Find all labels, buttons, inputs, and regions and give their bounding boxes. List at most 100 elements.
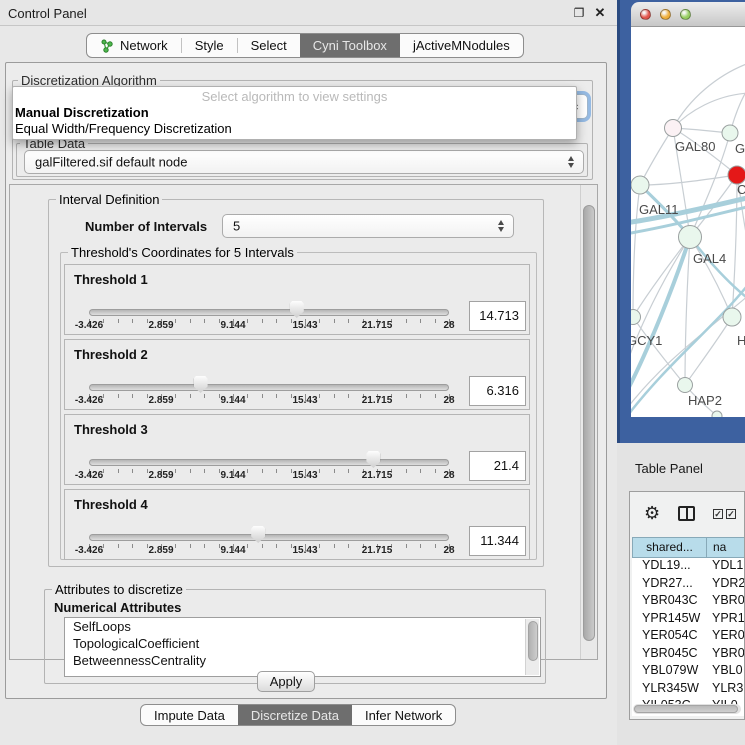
numerical-attributes-label: Numerical Attributes xyxy=(54,600,181,615)
cell-name: YBL0 xyxy=(706,663,745,681)
cell-name: YER0 xyxy=(706,628,745,646)
network-node[interactable] xyxy=(679,226,702,249)
tab-impute-data[interactable]: Impute Data xyxy=(141,705,238,725)
threshold-label: Threshold 1 xyxy=(74,272,148,287)
table-row[interactable]: YBR045CYBR0 xyxy=(632,646,745,664)
attribute-list-item[interactable]: TopologicalCoefficient xyxy=(65,635,540,652)
attribute-list-item[interactable]: SelfLoops xyxy=(65,618,540,635)
tab-network[interactable]: Network xyxy=(87,34,181,57)
network-node[interactable] xyxy=(631,176,649,194)
slider-tick xyxy=(334,319,335,323)
node-label: H xyxy=(737,333,745,348)
columns-icon[interactable] xyxy=(678,506,695,521)
network-edge[interactable] xyxy=(633,237,690,317)
network-node[interactable] xyxy=(665,120,682,137)
tab-select[interactable]: Select xyxy=(238,34,300,57)
network-node[interactable] xyxy=(712,411,722,417)
network-node[interactable] xyxy=(631,310,641,325)
close-window-icon[interactable]: ✕ xyxy=(592,5,608,21)
table-row[interactable]: YBR043CYBR0 xyxy=(632,593,745,611)
tab-discretize-data[interactable]: Discretize Data xyxy=(238,705,352,725)
column-header[interactable]: na xyxy=(706,537,745,558)
network-edge[interactable] xyxy=(631,237,690,369)
slider-tick xyxy=(406,544,407,548)
slider-track[interactable] xyxy=(89,534,449,541)
tab-label: Network xyxy=(120,38,168,53)
control-panel-title: Control Panel xyxy=(8,6,87,21)
horizontal-scrollbar[interactable] xyxy=(633,704,741,714)
network-node[interactable] xyxy=(678,378,693,393)
table-toolbar: ⚙ ✓ ✓ xyxy=(630,492,744,536)
scrollbar-thumb[interactable] xyxy=(634,705,738,713)
table-row[interactable]: YLR345WYLR3 xyxy=(632,681,745,699)
table-row[interactable]: YBL079WYBL0 xyxy=(632,663,745,681)
table-row[interactable]: YDR27...YDR2 xyxy=(632,576,745,594)
cyni-bottom-tabs: Impute Data Discretize Data Infer Network xyxy=(140,704,456,726)
column-header[interactable]: shared... xyxy=(632,537,706,558)
slider-tick-label: 9.144 xyxy=(220,545,245,556)
cell-name: YBR0 xyxy=(706,646,745,664)
threshold-box: Threshold 2-3.4262.8599.14415.4321.71528… xyxy=(64,339,530,410)
table-row[interactable]: YPR145WYPR1 xyxy=(632,611,745,629)
network-canvas[interactable]: GAL80GALCGAL11GAL4GCY1HHAP2 xyxy=(631,27,745,417)
zoom-traffic-light-icon[interactable] xyxy=(680,9,691,20)
slider-track[interactable] xyxy=(89,459,449,466)
scrollbar-thumb[interactable] xyxy=(528,621,538,661)
cell-shared-name: YPR145W xyxy=(632,611,706,629)
network-node[interactable] xyxy=(723,308,741,326)
select-all-checkbox-icon[interactable]: ✓ xyxy=(726,509,736,519)
slider-track[interactable] xyxy=(89,384,449,391)
list-scrollbar[interactable] xyxy=(525,619,539,675)
threshold-value-field[interactable]: 14.713 xyxy=(469,301,526,331)
network-window-titlebar[interactable] xyxy=(631,2,745,27)
threshold-value-field[interactable]: 6.316 xyxy=(469,376,526,406)
slider-tick xyxy=(147,469,148,473)
vertical-scrollbar[interactable] xyxy=(580,185,597,659)
network-node[interactable] xyxy=(722,125,738,141)
slider-tick xyxy=(190,319,191,323)
tab-cyni-toolbox[interactable]: Cyni Toolbox xyxy=(300,34,400,57)
select-all-checkbox-icon[interactable]: ✓ xyxy=(713,509,723,519)
minimize-traffic-light-icon[interactable] xyxy=(660,9,671,20)
gear-icon[interactable]: ⚙ xyxy=(644,503,660,524)
network-edge[interactable] xyxy=(640,175,737,185)
network-edge[interactable] xyxy=(690,237,745,301)
close-traffic-light-icon[interactable] xyxy=(640,9,651,20)
table-data-combobox[interactable]: galFiltered.sif default node xyxy=(24,150,584,174)
slider-tick xyxy=(147,394,148,398)
tab-infer-network[interactable]: Infer Network xyxy=(352,705,455,725)
slider-tick xyxy=(420,469,421,473)
network-edge[interactable] xyxy=(633,317,685,385)
slider-tick xyxy=(118,319,119,323)
table-row[interactable]: YDL19...YDL1 xyxy=(632,558,745,576)
apply-button[interactable]: Apply xyxy=(257,671,315,692)
slider-tick xyxy=(219,394,220,398)
threshold-value-field[interactable]: 11.344 xyxy=(469,526,526,556)
dropdown-option[interactable]: Equal Width/Frequency Discretization xyxy=(13,121,576,137)
network-edge[interactable] xyxy=(685,237,690,385)
slider-track[interactable] xyxy=(89,309,449,316)
tab-jactivemnodules[interactable]: jActiveMNodules xyxy=(400,34,523,57)
numerical-attributes-list[interactable]: SelfLoopsTopologicalCoefficientBetweenne… xyxy=(64,617,541,677)
slider-tick xyxy=(132,394,133,398)
tab-style[interactable]: Style xyxy=(182,34,237,57)
threshold-value-field[interactable]: 21.4 xyxy=(469,451,526,481)
slider-tick-label: 21.715 xyxy=(362,545,393,556)
table-row[interactable]: YER054CYER0 xyxy=(632,628,745,646)
table-header-row[interactable]: shared...na xyxy=(632,537,745,558)
slider-tick xyxy=(319,469,320,473)
cell-shared-name: YBL079W xyxy=(632,663,706,681)
tab-label: Discretize Data xyxy=(251,708,339,723)
scrollbar-thumb[interactable] xyxy=(583,205,595,641)
attribute-list-item[interactable]: BetweennessCentrality xyxy=(65,652,540,669)
number-of-intervals-combobox[interactable]: 5 xyxy=(222,214,514,238)
dropdown-option[interactable]: Manual Discretization xyxy=(13,105,576,121)
slider-tick xyxy=(190,544,191,548)
network-edge[interactable] xyxy=(640,128,673,185)
node-table: ⚙ ✓ ✓ shared...na YDL19...YDL1YDR27...YD… xyxy=(629,491,745,720)
slider-tick-label: 28 xyxy=(443,470,454,481)
slider-tick xyxy=(406,394,407,398)
float-window-icon[interactable]: ❐ xyxy=(571,5,587,21)
slider-tick-label: 28 xyxy=(443,395,454,406)
slider-tick xyxy=(291,319,292,323)
